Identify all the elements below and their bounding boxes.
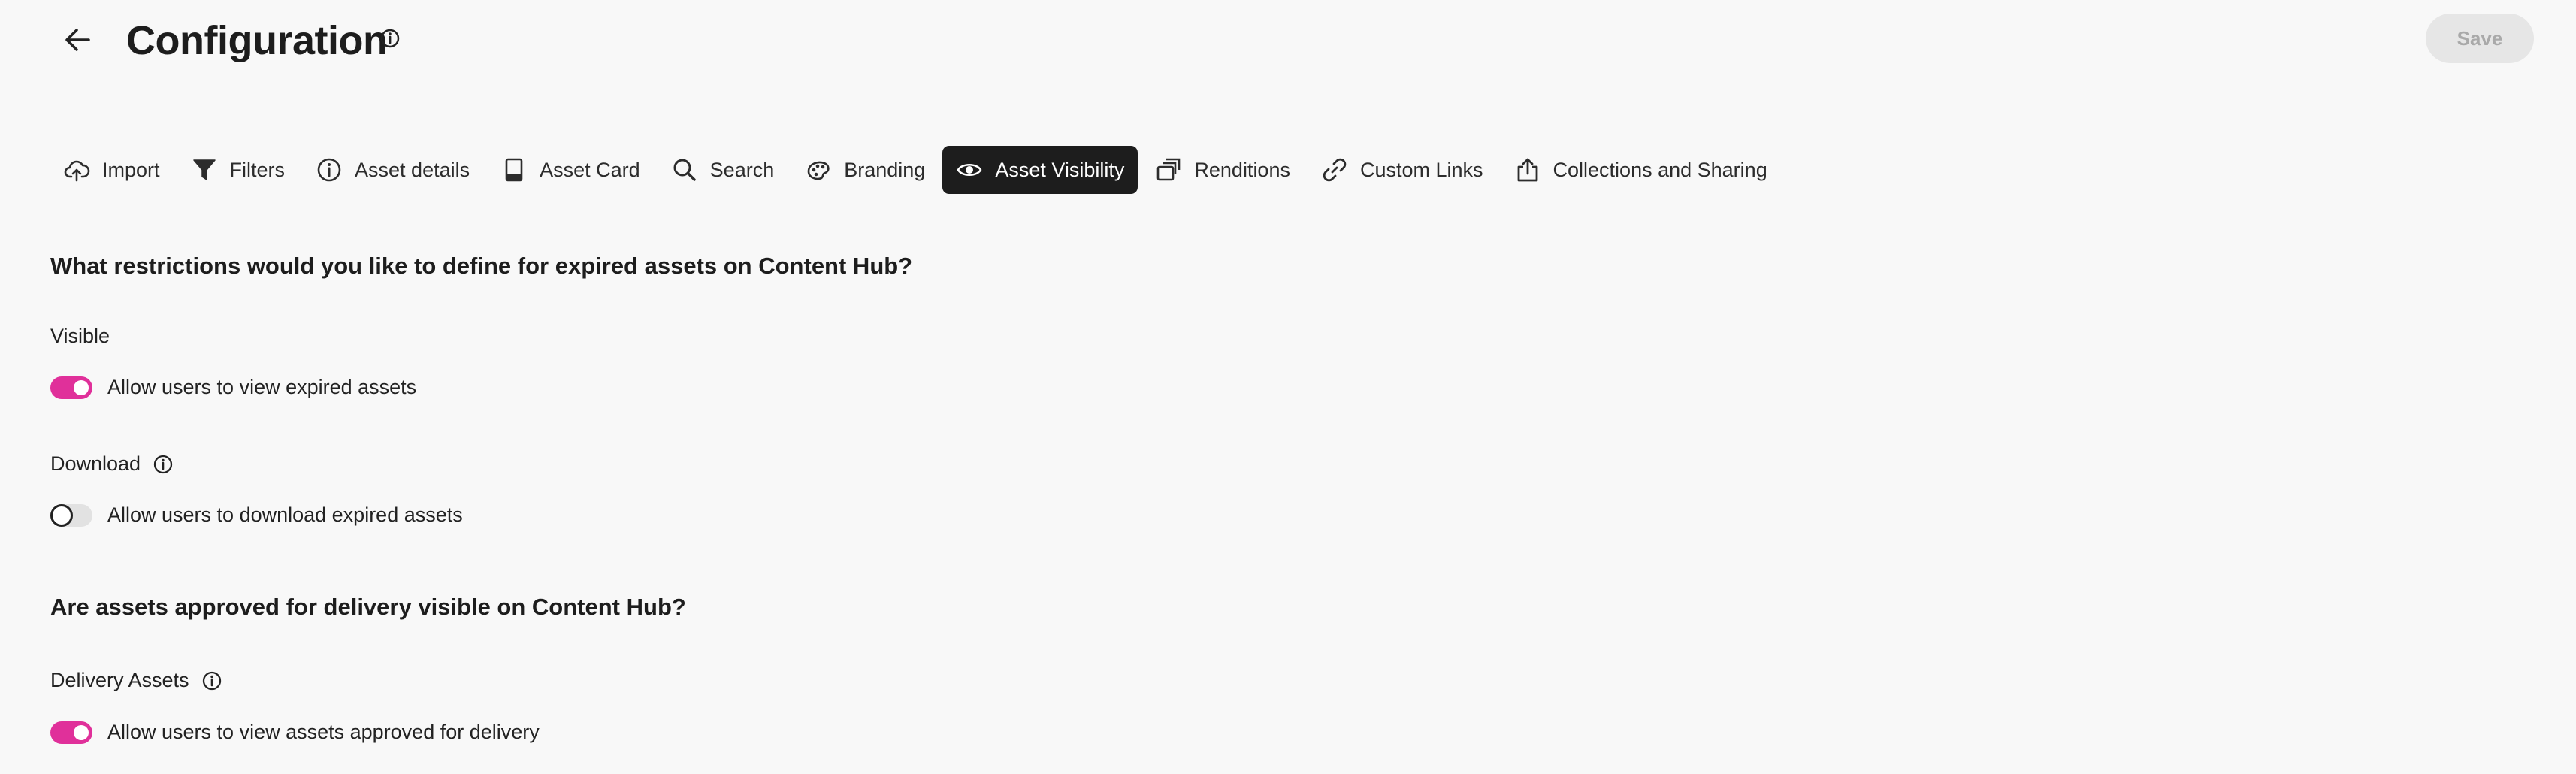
filter-icon <box>192 159 216 180</box>
tab-asset-card[interactable]: Asset Card <box>487 146 654 194</box>
info-icon[interactable] <box>201 670 222 691</box>
tab-label: Branding <box>844 158 926 181</box>
delivery-assets-toggle[interactable] <box>50 721 92 744</box>
tab-label: Search <box>709 158 775 181</box>
visible-label: Visible <box>50 325 110 348</box>
expired-section-title: What restrictions would you like to defi… <box>50 252 913 279</box>
page-header: Configuration Save <box>0 0 2576 83</box>
visible-toggle-row: Allow users to view expired assets <box>50 376 416 399</box>
arrow-left-icon <box>65 29 90 51</box>
tab-asset-visibility[interactable]: Asset Visibility <box>942 146 1138 194</box>
tab-label: Import <box>102 158 160 181</box>
upload-cloud-icon <box>64 160 90 182</box>
tab-label: Custom Links <box>1359 158 1483 181</box>
download-label: Download <box>50 452 174 476</box>
info-icon <box>317 158 341 182</box>
delivery-assets-label: Delivery Assets <box>50 669 222 692</box>
share-icon <box>1517 158 1537 182</box>
save-button[interactable]: Save <box>2426 14 2534 63</box>
eye-icon <box>957 163 982 177</box>
tab-collections-and-sharing[interactable]: Collections and Sharing <box>1501 146 1781 194</box>
link-icon <box>1323 158 1347 182</box>
search-icon <box>673 159 696 181</box>
tab-renditions[interactable]: Renditions <box>1141 146 1304 194</box>
palette-icon <box>807 161 830 180</box>
delivery-assets-label-text: Delivery Assets <box>50 669 189 691</box>
delivery-assets-toggle-row: Allow users to view assets approved for … <box>50 721 540 744</box>
tab-label: Asset Card <box>540 158 640 181</box>
back-button[interactable] <box>59 21 96 59</box>
delivery-section-title: Are assets approved for delivery visible… <box>50 594 686 620</box>
toggle-knob <box>74 379 89 395</box>
tab-custom-links[interactable]: Custom Links <box>1308 146 1497 194</box>
tab-label: Collections and Sharing <box>1553 158 1767 181</box>
delivery-assets-toggle-label: Allow users to view assets approved for … <box>107 721 540 743</box>
tab-branding[interactable]: Branding <box>791 146 939 194</box>
toggle-knob <box>50 503 73 527</box>
visible-label-text: Visible <box>50 325 110 347</box>
tab-search[interactable]: Search <box>658 146 788 194</box>
visible-toggle[interactable] <box>50 376 92 399</box>
toggle-knob <box>74 724 89 740</box>
download-label-text: Download <box>50 452 141 475</box>
tab-label: Renditions <box>1194 158 1290 181</box>
visible-toggle-label: Allow users to view expired assets <box>107 376 417 398</box>
download-toggle-label: Allow users to download expired assets <box>107 503 463 526</box>
tab-import[interactable]: Import <box>50 146 174 194</box>
tab-asset-details[interactable]: Asset details <box>302 146 483 194</box>
config-tabs: Import Filters Asset details Asset Card … <box>50 144 1785 195</box>
tab-filters[interactable]: Filters <box>177 146 299 194</box>
renditions-icon <box>1157 158 1181 181</box>
tab-label: Asset Visibility <box>995 158 1125 181</box>
card-icon <box>505 158 523 182</box>
tab-label: Filters <box>229 158 286 181</box>
download-toggle-row: Allow users to download expired assets <box>50 503 463 527</box>
info-icon[interactable] <box>153 454 174 475</box>
tab-label: Asset details <box>355 158 470 181</box>
info-icon[interactable] <box>379 27 401 50</box>
download-toggle[interactable] <box>50 503 92 527</box>
page-title: Configuration <box>126 18 388 63</box>
